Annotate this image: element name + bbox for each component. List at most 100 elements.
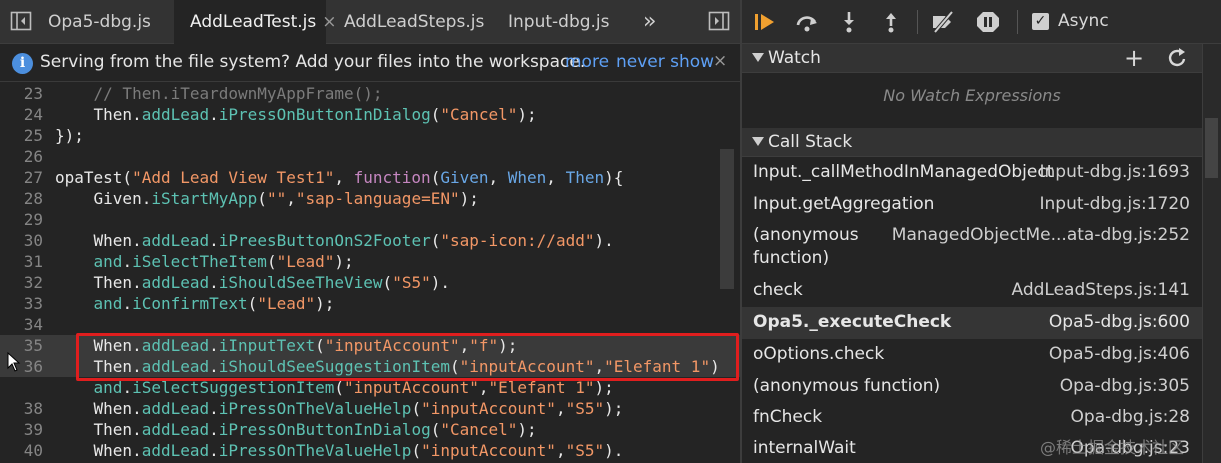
toggle-navigator-icon[interactable] (10, 10, 32, 32)
line-number[interactable]: 32 (0, 272, 43, 293)
infobar-more-link[interactable]: more (565, 52, 609, 72)
code-line[interactable]: 27 opaTest("Add Lead View Test1", functio… (0, 167, 740, 188)
code-token: . (209, 273, 219, 292)
debugger-scrollbar-thumb[interactable] (1205, 118, 1218, 178)
line-number[interactable]: 34 (0, 314, 43, 335)
more-tabs-button[interactable]: » (643, 0, 656, 44)
code-line[interactable]: 23 // Then.iTeardownMyAppFrame(); (0, 83, 740, 104)
callstack-list: Input._callMethodInManagedObject Input-db… (742, 157, 1202, 463)
code-line[interactable]: 24 Then.addLead.iPressOnButtonInDialog("… (0, 104, 740, 125)
infobar-close-icon[interactable]: × (713, 51, 727, 71)
code-text: Then.addLead.iPressOnButtonInDialog("Can… (55, 419, 537, 440)
infobar-message: Serving from the file system? Add your f… (40, 52, 586, 72)
callstack-frame[interactable]: (anonymous function) ManagedObjectMe...at… (742, 220, 1202, 275)
code-token: iStartMyApp (151, 189, 258, 208)
line-number[interactable]: 27 (0, 167, 43, 188)
line-number[interactable]: 23 (0, 83, 43, 104)
code-line[interactable]: 34 (0, 314, 740, 335)
line-number[interactable]: 31 (0, 251, 43, 272)
callstack-frame[interactable]: Opa5._executeCheck Opa5-dbg.js:600 (742, 307, 1202, 339)
line-number[interactable]: 39 (0, 419, 43, 440)
pause-on-exceptions-icon[interactable] (975, 10, 1001, 34)
step-into-icon[interactable] (836, 10, 862, 34)
code-token: "" (266, 189, 287, 208)
code-line[interactable]: 33 and.iConfirmText("Lead"); (0, 293, 740, 314)
code-token: "sap-icon://add" (440, 231, 595, 250)
code-line[interactable]: 28 Given.iStartMyApp("","sap-language=EN… (0, 188, 740, 209)
editor-tab-bar: Opa5-dbg.js AddLeadTest.js × AddLeadSteps.j… (0, 0, 740, 44)
code-token: iPressOnButtonInDialog (218, 420, 431, 439)
code-line[interactable]: 29 (0, 209, 740, 230)
frame-location-link[interactable]: AddLeadSteps.js:141 (1012, 280, 1190, 300)
callstack-frame[interactable]: Input.getAggregation Input-dbg.js:1720 (742, 189, 1202, 220)
line-number[interactable]: 30 (0, 230, 43, 251)
code-token: ){ (604, 168, 624, 187)
code-token: iSelectTheItem (132, 252, 267, 271)
code-editor[interactable]: 23 // Then.iTeardownMyAppFrame(); 24 Then… (0, 82, 740, 463)
callstack-frame[interactable]: fnCheck Opa-dbg.js:28 (742, 402, 1202, 433)
async-checkbox[interactable]: ✓ (1032, 13, 1049, 30)
tab-0[interactable]: Opa5-dbg.js (32, 0, 170, 44)
annotation-highlight-box (76, 333, 739, 381)
debugger-toolbar: ✓ Async (742, 0, 1221, 44)
line-number[interactable]: 26 (0, 146, 43, 167)
line-number[interactable]: 40 (0, 440, 43, 461)
code-line[interactable]: 38 When.addLead.iPressOnTheValueHelp("in… (0, 398, 740, 419)
editor-scrollbar-thumb[interactable] (720, 149, 734, 289)
code-text: }); (55, 125, 84, 146)
frame-location-link[interactable]: Opa5-dbg.js:406 (1049, 344, 1190, 364)
frame-location-link[interactable]: Opa5-dbg.js:600 (1049, 312, 1190, 332)
callstack-frame[interactable]: oOptions.check Opa5-dbg.js:406 (742, 339, 1202, 371)
tab-1[interactable]: AddLeadTest.js × (174, 0, 336, 44)
add-watch-icon[interactable]: + (1124, 44, 1144, 72)
frame-function-name: internalWait (753, 438, 856, 458)
code-token: . (209, 399, 219, 418)
code-token: , (546, 168, 566, 187)
code-line[interactable]: 31 and.iSelectTheItem("Lead"); (0, 251, 740, 272)
code-token: , (488, 168, 508, 187)
code-token: ); (334, 252, 354, 271)
expand-triangle-icon (752, 53, 764, 62)
code-line[interactable]: 32 Then.addLead.iShouldSeeTheView("S5"). (0, 272, 740, 293)
line-number[interactable]: 38 (0, 398, 43, 419)
resume-icon[interactable] (752, 10, 778, 34)
tab-3[interactable]: Input-dbg.js (492, 0, 622, 44)
line-number[interactable]: 25 (0, 125, 43, 146)
code-token: "S5" (565, 399, 605, 418)
code-token: . (122, 294, 133, 313)
code-token: }); (55, 126, 84, 145)
line-number[interactable]: 28 (0, 188, 43, 209)
code-line[interactable]: 40 When.addLead.iPressOnTheValueHelp("in… (0, 440, 740, 461)
step-out-icon[interactable] (878, 10, 904, 34)
toggle-debugger-icon[interactable] (708, 10, 730, 32)
debugger-scrollbar[interactable] (1202, 44, 1221, 463)
callstack-frame[interactable]: (anonymous function) Opa-dbg.js:305 (742, 371, 1202, 402)
frame-location-link[interactable]: Input-dbg.js:1693 (1039, 162, 1190, 182)
code-line[interactable]: 39 Then.addLead.iPressOnButtonInDialog("… (0, 419, 740, 440)
code-token: Given (440, 168, 489, 187)
callstack-frame[interactable]: check AddLeadSteps.js:141 (742, 275, 1202, 307)
code-token: ( (411, 441, 422, 460)
code-line[interactable]: 25}); (0, 125, 740, 146)
tab-2[interactable]: AddLeadSteps.js (328, 0, 484, 44)
line-number[interactable]: 24 (0, 104, 43, 125)
deactivate-breakpoints-icon[interactable] (930, 10, 956, 34)
code-token: . (209, 105, 219, 124)
code-token: ). (430, 273, 450, 292)
code-line[interactable]: 26 (0, 146, 740, 167)
frame-location-link[interactable]: ManagedObjectMe...ata-dbg.js:252 (892, 225, 1190, 245)
code-line[interactable]: 30 When.addLead.iPreesButtonOnS2Footer("… (0, 230, 740, 251)
code-token: ); (517, 105, 537, 124)
callstack-section-header[interactable]: Call Stack (742, 128, 1202, 157)
line-number[interactable]: 29 (0, 209, 43, 230)
watch-section-header[interactable]: Watch + (742, 44, 1202, 73)
frame-location-link[interactable]: Opa-dbg.js:28 (1071, 407, 1190, 427)
step-over-icon[interactable] (794, 10, 820, 34)
code-token: . (122, 252, 133, 271)
frame-location-link[interactable]: Input-dbg.js:1720 (1039, 194, 1190, 214)
refresh-icon[interactable] (1167, 47, 1187, 69)
frame-location-link[interactable]: Opa-dbg.js:305 (1060, 376, 1190, 396)
line-number[interactable]: 33 (0, 293, 43, 314)
infobar-never-show-link[interactable]: never show (616, 52, 714, 72)
callstack-frame[interactable]: Input._callMethodInManagedObject Input-db… (742, 157, 1202, 189)
